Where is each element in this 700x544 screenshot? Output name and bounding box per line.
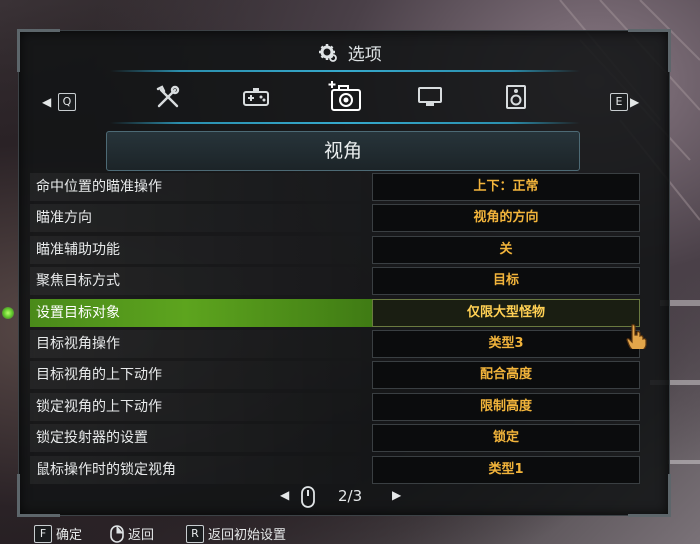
speaker-icon	[506, 85, 526, 109]
window-title-text: 选项	[347, 45, 382, 65]
setting-label: 目标视角的上下动作	[30, 361, 376, 390]
monitor-icon	[418, 87, 442, 106]
setting-label: 设置目标对象	[30, 298, 376, 327]
setting-value[interactable]: 上下：正常	[372, 173, 640, 201]
setting-row-selected[interactable]: 设置目标对象 仅限大型怪物	[2, 298, 642, 327]
setting-row[interactable]: 命中位置的瞄准操作 上下：正常	[30, 173, 642, 201]
tab-audio[interactable]	[500, 82, 532, 112]
gamepad-icon	[243, 88, 269, 106]
settings-list: 命中位置的瞄准操作 上下：正常 瞄准方向 视角的方向 瞄准辅助功能 关 聚焦目标…	[2, 173, 642, 487]
tab-next-arrow-icon[interactable]: ▶	[630, 93, 639, 111]
setting-value[interactable]: 目标	[372, 267, 640, 296]
back-label: 返回	[128, 528, 155, 543]
setting-row[interactable]: 鼠标操作时的锁定视角 类型1	[30, 455, 642, 484]
confirm-label: 确定	[56, 528, 83, 543]
footer-hints: F 确定 返回 R 返回初始设置	[0, 520, 700, 544]
section-header: 视角	[106, 131, 580, 171]
tab-bar-top-line	[110, 70, 580, 72]
tab-general[interactable]	[152, 82, 184, 112]
setting-row[interactable]: 目标视角的上下动作 配合高度	[30, 361, 642, 390]
page-prev-icon[interactable]: ◀	[280, 488, 289, 502]
page-current: 2	[338, 487, 348, 505]
setting-label: 鼠标操作时的锁定视角	[30, 455, 376, 484]
setting-value[interactable]: 视角的方向	[372, 204, 640, 233]
page-number: 2/3	[338, 487, 362, 505]
setting-row[interactable]: 聚焦目标方式 目标	[30, 267, 642, 296]
reset-hint[interactable]: R 返回初始设置	[186, 524, 286, 543]
setting-label: 目标视角操作	[30, 329, 376, 358]
confirm-hint[interactable]: F 确定	[34, 524, 82, 543]
reset-label: 返回初始设置	[208, 528, 287, 543]
confirm-key: F	[34, 524, 52, 543]
tools-icon	[156, 85, 180, 108]
tab-next-key[interactable]: E	[610, 93, 628, 111]
setting-value[interactable]: 配合高度	[372, 361, 640, 390]
back-hint[interactable]: 返回	[110, 524, 154, 543]
page-next-icon[interactable]: ▶	[392, 488, 401, 502]
setting-label: 锁定投射器的设置	[30, 424, 376, 453]
hand-cursor-icon	[626, 324, 647, 349]
setting-label: 聚焦目标方式	[30, 267, 376, 296]
tab-bar	[110, 70, 580, 126]
camera-icon	[328, 81, 361, 111]
window-title: 选项	[0, 40, 700, 65]
tab-display[interactable]	[414, 82, 446, 112]
setting-row[interactable]: 目标视角操作 类型3	[30, 329, 642, 358]
tab-bar-bottom-line	[110, 122, 580, 124]
setting-value[interactable]: 类型1	[372, 455, 640, 484]
mouse-scroll-icon	[301, 486, 315, 508]
tab-controls[interactable]	[240, 82, 272, 112]
setting-row[interactable]: 锁定视角的上下动作 限制高度	[30, 392, 642, 421]
setting-value[interactable]: 类型3	[372, 329, 640, 358]
gear-icon	[319, 43, 338, 62]
setting-label: 瞄准方向	[30, 204, 376, 233]
setting-value[interactable]: 锁定	[372, 424, 640, 453]
setting-row[interactable]: 瞄准方向 视角的方向	[30, 204, 642, 233]
selection-indicator	[2, 306, 14, 319]
setting-value[interactable]: 关	[372, 235, 640, 264]
tab-prev-arrow-icon[interactable]: ◀	[42, 93, 51, 111]
reset-key: R	[186, 524, 204, 543]
tab-camera[interactable]	[326, 78, 366, 116]
setting-label: 瞄准辅助功能	[30, 235, 376, 264]
setting-row[interactable]: 瞄准辅助功能 关	[30, 235, 642, 264]
setting-value[interactable]: 限制高度	[372, 392, 640, 421]
setting-label: 锁定视角的上下动作	[30, 392, 376, 421]
tab-prev-key[interactable]: Q	[58, 93, 76, 111]
setting-value[interactable]: 仅限大型怪物	[372, 298, 640, 327]
page-total: 3	[352, 487, 363, 505]
setting-label: 命中位置的瞄准操作	[30, 173, 376, 201]
mouse-right-click-icon	[110, 524, 124, 543]
setting-row[interactable]: 锁定投射器的设置 锁定	[30, 424, 642, 453]
page-indicator: ◀ 2/3 ▶	[280, 485, 420, 509]
